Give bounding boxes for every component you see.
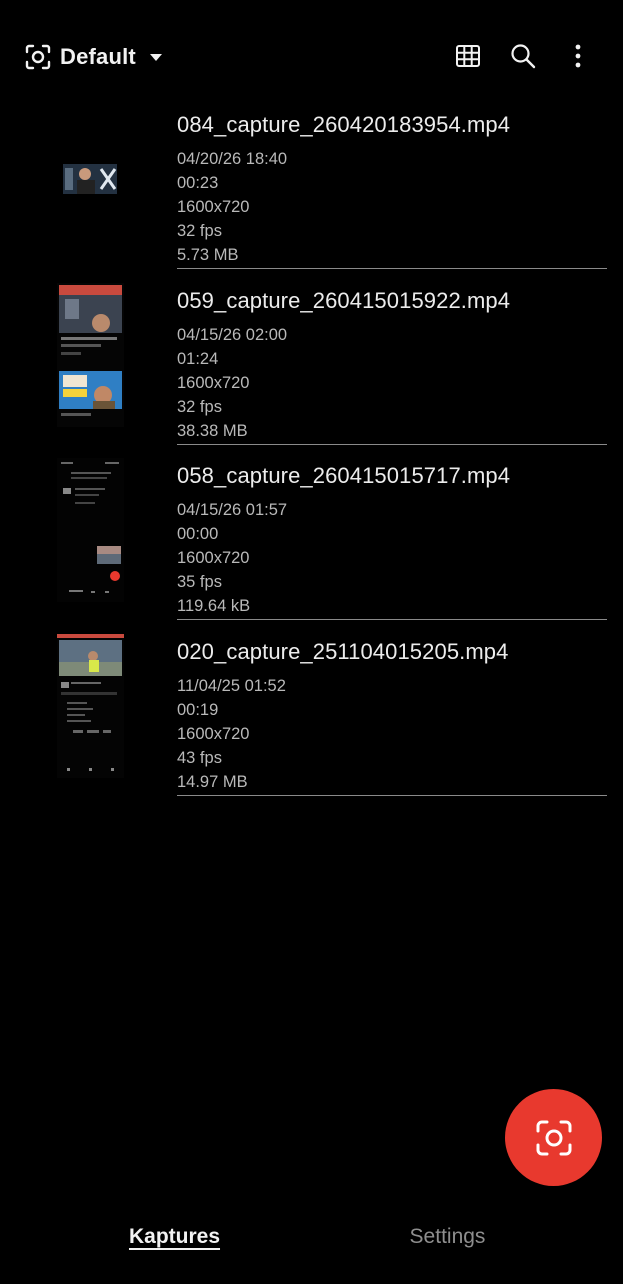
grid-view-icon xyxy=(456,45,480,67)
recording-filename: 058_capture_260415015717.mp4 xyxy=(177,463,511,488)
tab-kaptures[interactable]: Kaptures xyxy=(19,1225,330,1249)
tab-settings[interactable]: Settings xyxy=(292,1225,603,1249)
recording-date: 11/04/25 01:52 xyxy=(177,676,286,695)
recording-resolution: 1600x720 xyxy=(177,373,250,392)
recording-resolution: 1600x720 xyxy=(177,198,250,216)
recording-fps: 35 fps xyxy=(177,573,222,591)
more-vert-icon xyxy=(575,44,581,68)
recording-fps: 32 fps xyxy=(177,397,222,416)
profile-selector[interactable]: Default xyxy=(24,38,162,76)
recording-duration: 00:23 xyxy=(177,174,219,192)
recording-date: 04/15/26 02:00 xyxy=(177,325,288,344)
chevron-down-icon xyxy=(149,53,162,61)
recording-date: 04/20/26 18:40 xyxy=(177,150,288,168)
recording-item[interactable]: 084_capture_260420183954.mp4 04/20/26 18… xyxy=(0,105,623,281)
more-options-button[interactable] xyxy=(562,40,594,72)
recording-fps: 43 fps xyxy=(177,748,222,767)
recording-fps: 32 fps xyxy=(177,222,222,240)
recording-size: 119.64 kB xyxy=(177,597,251,615)
capture-frame-icon xyxy=(536,1120,571,1155)
tab-kaptures-label: Kaptures xyxy=(128,1225,221,1248)
search-button[interactable] xyxy=(507,40,539,72)
recordings-list: 084_capture_260420183954.mp4 04/20/26 18… xyxy=(0,105,623,807)
capture-frame-icon xyxy=(25,44,51,70)
recording-filename: 059_capture_260415015922.mp4 xyxy=(177,287,511,313)
profile-title: Default xyxy=(60,44,136,69)
recording-item[interactable]: 059_capture_260415015922.mp4 04/15/26 02… xyxy=(0,281,623,457)
recording-filename: 084_capture_260420183954.mp4 xyxy=(177,112,511,137)
recording-details: 084_capture_260420183954.mp4 04/20/26 18… xyxy=(177,105,607,269)
video-thumbnail xyxy=(57,163,124,195)
recording-date: 04/15/26 01:57 xyxy=(177,501,288,519)
recording-item[interactable]: 020_capture_251104015205.mp4 11/04/25 01… xyxy=(0,632,623,808)
grid-view-button[interactable] xyxy=(452,40,484,72)
start-capture-button[interactable] xyxy=(505,1089,602,1186)
recording-resolution: 1600x720 xyxy=(177,724,250,743)
top-app-bar: Default xyxy=(0,0,623,112)
recording-filename: 020_capture_251104015205.mp4 xyxy=(177,638,509,664)
recording-details: 058_capture_260415015717.mp4 04/15/26 01… xyxy=(177,456,607,620)
recording-duration: 00:00 xyxy=(177,525,219,543)
recording-size: 14.97 MB xyxy=(177,772,248,791)
search-icon xyxy=(511,44,536,69)
video-thumbnail xyxy=(57,633,124,778)
video-thumbnail xyxy=(57,458,124,602)
tab-settings-label: Settings xyxy=(409,1225,486,1248)
recording-duration: 00:19 xyxy=(177,700,219,719)
recording-duration: 01:24 xyxy=(177,349,219,368)
recording-details: 059_capture_260415015922.mp4 04/15/26 02… xyxy=(177,281,607,445)
video-thumbnail xyxy=(57,282,124,427)
recording-item[interactable]: 058_capture_260415015717.mp4 04/15/26 01… xyxy=(0,456,623,632)
recording-size: 38.38 MB xyxy=(177,421,248,440)
recording-details: 020_capture_251104015205.mp4 11/04/25 01… xyxy=(177,632,607,796)
recording-size: 5.73 MB xyxy=(177,246,239,264)
bottom-navigation: Kaptures Settings xyxy=(0,1205,623,1284)
recording-resolution: 1600x720 xyxy=(177,549,250,567)
